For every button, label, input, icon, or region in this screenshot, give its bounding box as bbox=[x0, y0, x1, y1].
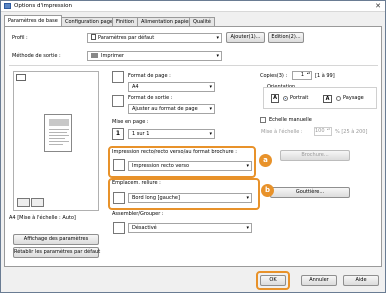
preview-page bbox=[44, 114, 72, 152]
layout-value: 1 sur 1 bbox=[132, 131, 150, 137]
duplex-icon bbox=[113, 159, 125, 171]
collate-icon bbox=[113, 222, 125, 234]
preview-text-line bbox=[49, 129, 69, 130]
preview-text-line bbox=[49, 132, 67, 133]
copies-spinner[interactable]: 1 bbox=[292, 71, 312, 80]
profile-select[interactable]: Paramètres par défaut ▾ bbox=[87, 33, 222, 43]
manual-scale-checkbox[interactable] bbox=[260, 117, 266, 123]
profile-label: Profil : bbox=[12, 35, 28, 41]
cancel-button[interactable]: Annuler bbox=[301, 275, 337, 286]
brochure-button[interactable]: Brochure... bbox=[280, 150, 350, 161]
portrait-icon: A bbox=[271, 94, 279, 103]
collate-label: Assembler/Grouper : bbox=[112, 211, 164, 217]
landscape-radio[interactable] bbox=[336, 96, 341, 101]
printer-app-icon bbox=[4, 3, 11, 9]
duplex-label: Impression recto/recto verso/au format b… bbox=[112, 149, 237, 155]
copies-label: Copies(3) : bbox=[260, 73, 288, 79]
scale-spinner[interactable]: 100 bbox=[314, 127, 332, 136]
collate-value: Désactivé bbox=[132, 225, 157, 231]
restore-defaults-button[interactable]: Rétablir les paramètres par défaut bbox=[13, 247, 100, 258]
title-bar: Options d'impression ✕ bbox=[1, 1, 385, 12]
portrait-label: Portrait bbox=[290, 95, 309, 101]
binding-select[interactable]: Bord long [gauche] ▾ bbox=[128, 193, 252, 203]
callout-a: a bbox=[259, 154, 272, 167]
preview-text-line bbox=[49, 141, 69, 142]
preview-toggle-left-icon[interactable] bbox=[17, 198, 30, 207]
preview-toggle-right-icon[interactable] bbox=[31, 198, 44, 207]
scale-range: % [25 à 200] bbox=[335, 129, 368, 135]
chevron-down-icon: ▾ bbox=[216, 35, 219, 41]
divider bbox=[9, 65, 378, 66]
help-button[interactable]: Aide bbox=[343, 275, 379, 286]
preview-mode-icon[interactable] bbox=[16, 74, 26, 81]
scale-label: Mise à l'échelle : bbox=[261, 129, 303, 135]
preview-text-line bbox=[49, 135, 69, 136]
document-icon bbox=[91, 34, 96, 40]
chevron-down-icon: ▾ bbox=[216, 53, 219, 59]
page-format-icon bbox=[112, 71, 124, 83]
chevron-down-icon: ▾ bbox=[209, 106, 212, 112]
page-format-value: A4 bbox=[132, 84, 139, 90]
chevron-down-icon: ▾ bbox=[246, 225, 249, 231]
printer-icon bbox=[91, 53, 98, 58]
output-method-label: Méthode de sortie : bbox=[12, 53, 61, 59]
preview-image-block bbox=[49, 119, 69, 126]
binding-value: Bord long [gauche] bbox=[132, 195, 180, 201]
preview-text-line bbox=[49, 144, 63, 145]
page-format-select[interactable]: A4 ▾ bbox=[128, 82, 215, 92]
output-method-select[interactable]: Imprimer ▾ bbox=[87, 51, 222, 61]
output-format-icon bbox=[112, 95, 124, 107]
view-settings-button[interactable]: Affichage des paramètres bbox=[13, 234, 99, 245]
close-icon[interactable]: ✕ bbox=[375, 2, 381, 10]
binding-icon bbox=[113, 192, 125, 204]
chevron-down-icon: ▾ bbox=[209, 131, 212, 137]
chevron-down-icon: ▾ bbox=[209, 84, 212, 90]
ok-button[interactable]: OK bbox=[260, 275, 286, 286]
duplex-value: Impression recto verso bbox=[132, 163, 190, 169]
window-title: Options d'impression bbox=[14, 3, 72, 9]
layout-label: Mise en page : bbox=[112, 119, 149, 125]
print-options-window: Options d'impression ✕ Paramètres de bas… bbox=[0, 0, 386, 293]
dialog-footer: OK Annuler Aide bbox=[1, 267, 385, 293]
edit-profile-button[interactable]: Edition(2)... bbox=[268, 32, 304, 43]
binding-label: Emplacem. reliure : bbox=[112, 180, 161, 186]
callout-b: b bbox=[261, 184, 274, 197]
manual-scale-label: Echelle manuelle bbox=[269, 117, 312, 123]
page-preview bbox=[13, 71, 99, 211]
page-format-label: Format de page : bbox=[128, 73, 171, 79]
preview-caption: A4 [Mise à l'échelle : Auto] bbox=[9, 215, 76, 221]
landscape-icon: A bbox=[323, 95, 332, 103]
portrait-radio[interactable] bbox=[283, 96, 288, 101]
layout-select[interactable]: 1 sur 1 ▾ bbox=[128, 129, 215, 139]
preview-text-line bbox=[49, 138, 65, 139]
profile-value: Paramètres par défaut bbox=[98, 35, 155, 41]
duplex-select[interactable]: Impression recto verso ▾ bbox=[128, 161, 252, 171]
chevron-down-icon: ▾ bbox=[246, 195, 249, 201]
chevron-down-icon: ▾ bbox=[246, 163, 249, 169]
output-format-select[interactable]: Ajuster au format de page ▾ bbox=[128, 104, 215, 114]
output-format-label: Format de sortie : bbox=[128, 95, 173, 101]
landscape-label: Paysage bbox=[343, 95, 364, 101]
copies-range: [1 à 99] bbox=[315, 73, 335, 79]
add-profile-button[interactable]: Ajouter(1)... bbox=[226, 32, 265, 43]
layout-icon: 1 bbox=[112, 128, 124, 140]
output-method-value: Imprimer bbox=[101, 53, 124, 59]
gutter-button[interactable]: Gouttière... bbox=[270, 187, 350, 198]
output-format-value: Ajuster au format de page bbox=[132, 106, 198, 112]
collate-select[interactable]: Désactivé ▾ bbox=[128, 223, 252, 233]
settings-panel: Profil : Paramètres par défaut ▾ Ajouter(… bbox=[4, 26, 382, 267]
